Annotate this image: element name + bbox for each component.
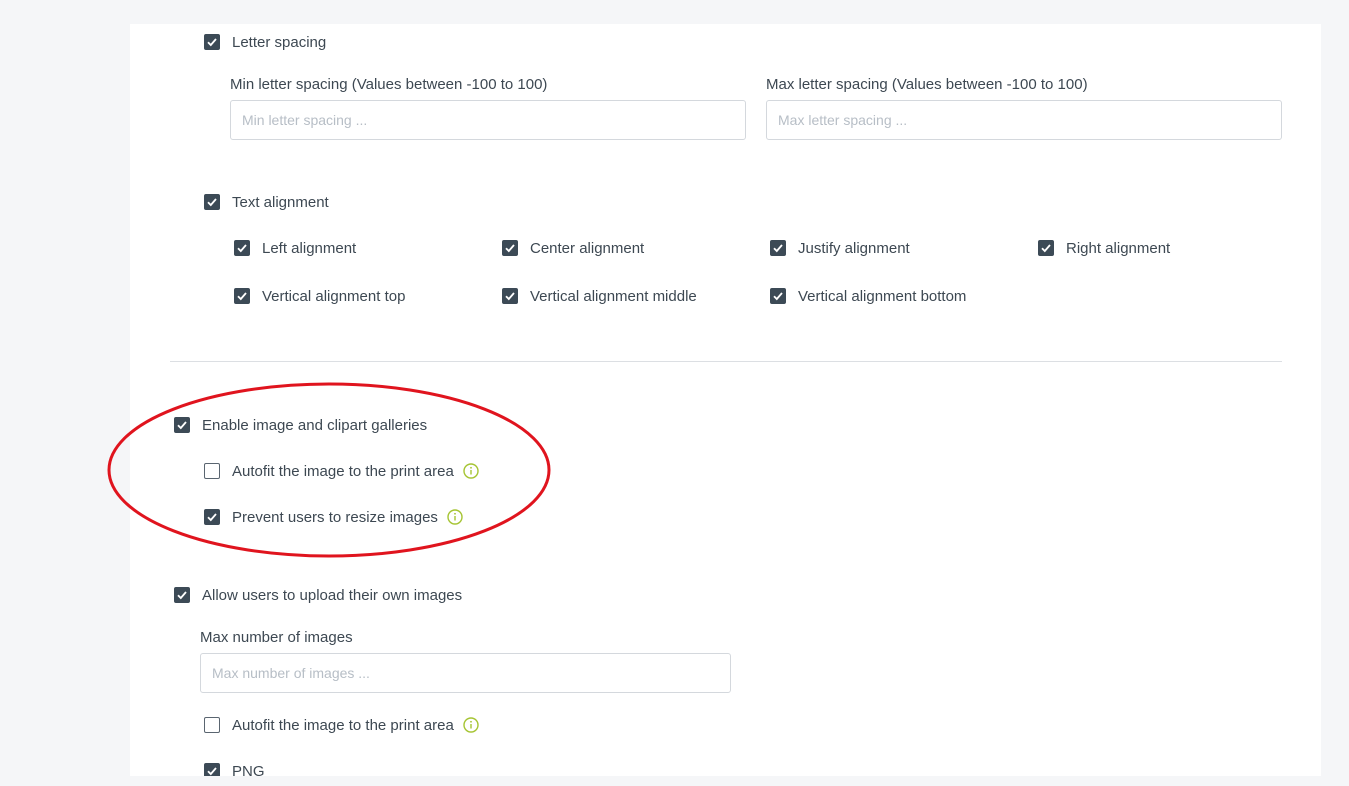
- upload-autofit-option[interactable]: Autofit the image to the print area: [204, 715, 479, 735]
- right-alignment-checkbox[interactable]: [1038, 240, 1054, 256]
- vertical-alignment-top-option[interactable]: Vertical alignment top: [234, 286, 405, 306]
- vertical-alignment-top-checkbox[interactable]: [234, 288, 250, 304]
- max-images-input[interactable]: [200, 653, 731, 693]
- enable-galleries-label: Enable image and clipart galleries: [202, 416, 428, 434]
- letter-spacing-checkbox[interactable]: [204, 34, 220, 50]
- page-bottom-margin: [0, 776, 1349, 786]
- gallery-autofit-option[interactable]: Autofit the image to the print area: [204, 461, 479, 481]
- enable-galleries-checkbox[interactable]: [174, 417, 190, 433]
- prevent-resize-option[interactable]: Prevent users to resize images: [204, 507, 463, 527]
- vertical-alignment-top-label: Vertical alignment top: [262, 287, 406, 305]
- left-alignment-label: Left alignment: [262, 239, 357, 257]
- section-divider: [170, 361, 1282, 362]
- right-alignment-option[interactable]: Right alignment: [1038, 238, 1170, 258]
- center-alignment-label: Center alignment: [530, 239, 645, 257]
- justify-alignment-label: Justify alignment: [798, 239, 910, 257]
- prevent-resize-label: Prevent users to resize images: [232, 508, 438, 526]
- vertical-alignment-middle-checkbox[interactable]: [502, 288, 518, 304]
- text-alignment-checkbox[interactable]: [204, 194, 220, 210]
- vertical-alignment-middle-option[interactable]: Vertical alignment middle: [502, 286, 697, 306]
- max-letter-spacing-label: Max letter spacing (Values between -100 …: [766, 76, 1088, 93]
- upload-autofit-label: Autofit the image to the print area: [232, 716, 454, 734]
- gallery-autofit-label: Autofit the image to the print area: [232, 462, 454, 480]
- max-images-label: Max number of images: [200, 629, 353, 646]
- max-letter-spacing-input[interactable]: [766, 100, 1282, 140]
- info-icon[interactable]: [463, 463, 479, 479]
- min-letter-spacing-input[interactable]: [230, 100, 746, 140]
- text-alignment-label: Text alignment: [232, 193, 329, 211]
- left-alignment-checkbox[interactable]: [234, 240, 250, 256]
- center-alignment-option[interactable]: Center alignment: [502, 238, 644, 258]
- vertical-alignment-middle-label: Vertical alignment middle: [530, 287, 697, 305]
- text-alignment-checkbox-row[interactable]: Text alignment: [204, 192, 329, 212]
- allow-upload-label: Allow users to upload their own images: [202, 586, 463, 604]
- justify-alignment-checkbox[interactable]: [770, 240, 786, 256]
- center-alignment-checkbox[interactable]: [502, 240, 518, 256]
- letter-spacing-label: Letter spacing: [232, 33, 327, 51]
- right-alignment-label: Right alignment: [1066, 239, 1171, 257]
- info-icon[interactable]: [447, 509, 463, 525]
- min-letter-spacing-label: Min letter spacing (Values between -100 …: [230, 76, 548, 93]
- vertical-alignment-bottom-label: Vertical alignment bottom: [798, 287, 967, 305]
- prevent-resize-checkbox[interactable]: [204, 509, 220, 525]
- allow-upload-checkbox[interactable]: [174, 587, 190, 603]
- left-alignment-option[interactable]: Left alignment: [234, 238, 356, 258]
- enable-galleries-option[interactable]: Enable image and clipart galleries: [174, 415, 427, 435]
- vertical-alignment-bottom-option[interactable]: Vertical alignment bottom: [770, 286, 966, 306]
- justify-alignment-option[interactable]: Justify alignment: [770, 238, 910, 258]
- info-icon[interactable]: [463, 717, 479, 733]
- allow-upload-option[interactable]: Allow users to upload their own images: [174, 585, 462, 605]
- vertical-alignment-bottom-checkbox[interactable]: [770, 288, 786, 304]
- gallery-autofit-checkbox[interactable]: [204, 463, 220, 479]
- letter-spacing-checkbox-row[interactable]: Letter spacing: [204, 32, 326, 52]
- upload-autofit-checkbox[interactable]: [204, 717, 220, 733]
